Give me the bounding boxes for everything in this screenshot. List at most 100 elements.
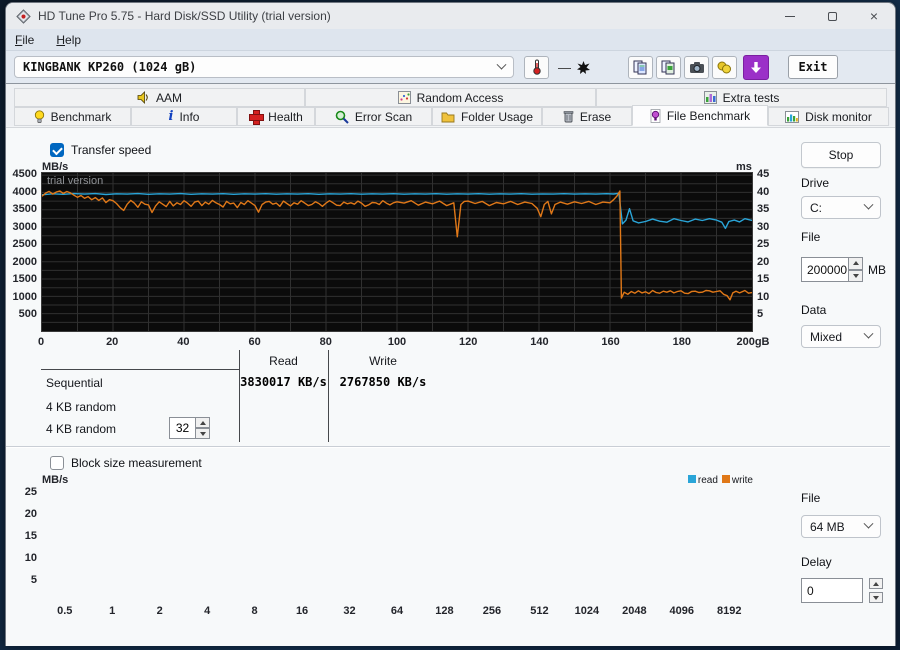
menu-bar: File Help: [6, 29, 895, 51]
row-4kb-random-qd-label: 4 KB random: [46, 422, 117, 436]
transfer-speed-checkbox[interactable]: Transfer speed: [50, 143, 151, 157]
spin-down-button[interactable]: [849, 269, 863, 282]
tab-file-benchmark[interactable]: File Benchmark: [632, 105, 768, 126]
axis-tick-label: 128: [435, 605, 454, 617]
spin-up-button[interactable]: [849, 257, 863, 270]
sequential-write-value: 2767850 KB/s: [339, 375, 427, 389]
close-icon: ×: [869, 8, 879, 24]
tab-error-scan[interactable]: Error Scan: [315, 107, 432, 126]
arrow-up-icon: [873, 581, 879, 586]
maximize-button[interactable]: [811, 3, 853, 29]
axis-tick-label: 4000: [12, 185, 37, 198]
title-bar: HD Tune Pro 5.75 - Hard Disk/SSD Utility…: [6, 3, 895, 29]
delay-label: Delay: [801, 555, 832, 569]
bulb-yellow-icon: [34, 109, 44, 123]
app-logo-icon: [16, 8, 31, 24]
axis-tick-label: 512: [530, 605, 549, 617]
file-size-label: File: [801, 230, 821, 244]
minimize-button[interactable]: [769, 3, 811, 29]
block-file-size-select[interactable]: 64 MB: [801, 515, 881, 538]
copy-text-button[interactable]: [628, 55, 653, 79]
queue-depth-value: 32: [169, 417, 196, 439]
tab-folder-usage[interactable]: Folder Usage: [432, 107, 542, 126]
tab-benchmark[interactable]: Benchmark: [14, 107, 131, 126]
axis-tick-label: 140: [530, 336, 549, 348]
arrow-up-icon: [199, 420, 206, 425]
device-select[interactable]: KINGBANK KP260 (1024 gB): [14, 56, 514, 78]
section-separator: [6, 446, 890, 448]
maximize-icon: [827, 11, 837, 21]
spin-up-button[interactable]: [196, 417, 210, 428]
axis-tick-label: 2500: [12, 238, 37, 251]
screenshot-button[interactable]: [684, 55, 709, 79]
transfer-speed-label: Transfer speed: [71, 143, 152, 157]
tab-disk-monitor[interactable]: Disk monitor: [768, 107, 889, 126]
top-chart-right-axis: 45 40 35 30 25 20 15 10 5: [757, 168, 787, 332]
spin-down-button[interactable]: [869, 592, 883, 603]
tab-aam[interactable]: AAM: [14, 88, 305, 107]
axis-tick-label: 80: [319, 336, 332, 348]
data-pattern-select[interactable]: Mixed: [801, 325, 881, 348]
axis-tick-label: 15: [757, 273, 770, 286]
update-button[interactable]: [743, 54, 769, 80]
axis-tick-label: 64: [390, 605, 404, 617]
axis-tick-label: 1500: [12, 273, 37, 286]
axis-tick-label: 2: [156, 605, 163, 617]
toolbar: KINGBANK KP260 (1024 gB) — Exit: [6, 51, 895, 84]
axis-tick-label: 2048: [622, 605, 647, 617]
axis-tick-label: 40: [757, 185, 770, 198]
thermometer-icon: [532, 59, 541, 75]
block-size-checkbox[interactable]: Block size measurement: [50, 456, 202, 470]
chevron-down-icon: [863, 518, 874, 529]
axis-tick-label: 3000: [12, 220, 37, 233]
info-icon: i: [168, 109, 174, 124]
file-size-spinner[interactable]: 200000: [801, 257, 863, 282]
axis-tick-label: 5: [30, 574, 37, 587]
menu-file[interactable]: File: [15, 33, 34, 47]
write-column-header: Write: [369, 354, 397, 368]
read-column-header: Read: [269, 354, 298, 368]
axis-tick-label: 8: [251, 605, 258, 617]
tab-random-access[interactable]: Random Access: [305, 88, 596, 107]
axis-tick-label: 5: [757, 308, 764, 321]
tab-health[interactable]: Health: [237, 107, 315, 126]
file2-label: File: [801, 491, 821, 505]
spin-up-button[interactable]: [869, 578, 883, 589]
temperature-button[interactable]: [524, 55, 549, 79]
copy-image-button[interactable]: [656, 55, 681, 79]
axis-tick-label: 500: [18, 308, 37, 321]
queue-depth-spinner[interactable]: 32: [169, 417, 210, 439]
axis-tick-label: 40: [177, 336, 190, 348]
scatter-icon: [397, 91, 411, 104]
chevron-down-icon: [863, 199, 874, 210]
drive-select[interactable]: C:: [801, 196, 881, 219]
health-cross-icon: [249, 110, 265, 125]
legend-write-swatch: [721, 475, 730, 483]
axis-tick-label: 8192: [717, 605, 742, 617]
axis-tick-label: 2000: [12, 255, 37, 268]
delay-input[interactable]: 0: [801, 578, 863, 603]
exit-button[interactable]: Exit: [788, 55, 838, 79]
window-title: HD Tune Pro 5.75 - Hard Disk/SSD Utility…: [38, 9, 331, 23]
file-size-unit: MB: [868, 262, 886, 277]
tab-erase[interactable]: Erase: [542, 107, 632, 126]
tray-temperature-icon[interactable]: [577, 60, 590, 74]
arrow-down-icon: [199, 431, 206, 436]
chevron-down-icon: [863, 328, 874, 339]
row-4kb-random-label: 4 KB random: [46, 400, 117, 414]
tab-info[interactable]: i Info: [131, 107, 237, 126]
spin-down-button[interactable]: [196, 428, 210, 439]
bottom-chart-x-axis: 0.5 1 2 4 8 16 32 64 128 256 512 1024 2048 4096 8192: [41, 605, 753, 619]
copy-image-icon: [661, 60, 675, 74]
top-chart-left-axis: 4500 4000 3500 3000 2500 2000 1500 1000 500: [6, 168, 37, 332]
axis-tick-label: 25: [24, 486, 37, 499]
axis-tick-label: 0: [37, 336, 45, 348]
axis-tick-label: 32: [343, 605, 356, 617]
close-button[interactable]: ×: [853, 3, 895, 29]
stop-button[interactable]: Stop: [801, 142, 881, 168]
speaker-icon: [137, 91, 148, 104]
row-sequential-label: Sequential: [46, 376, 103, 390]
data-label: Data: [801, 303, 827, 317]
menu-help[interactable]: Help: [56, 33, 81, 47]
buy-button[interactable]: [712, 55, 737, 79]
